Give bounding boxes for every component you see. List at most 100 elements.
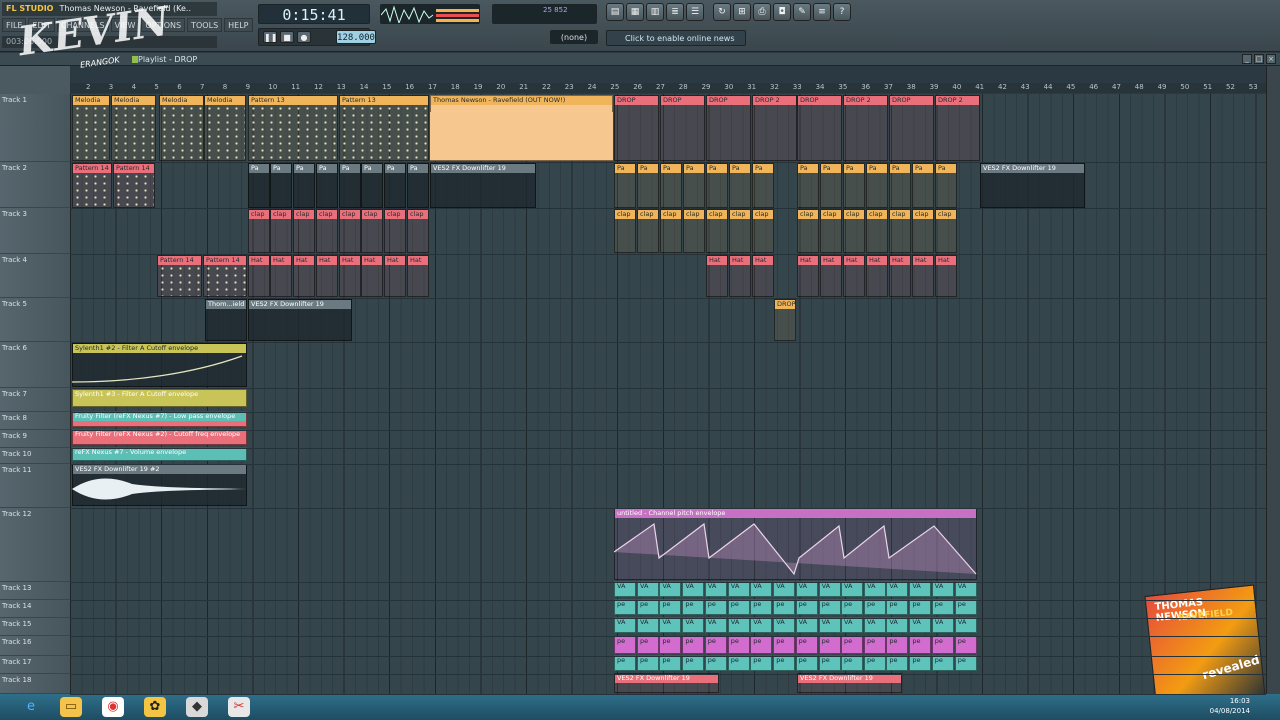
clip-t7-env[interactable]: Sylenth1 #3 - Filter A Cutoff envelope [72,389,247,407]
clip-t1-drop2[interactable]: DROP 2 [843,95,888,161]
clip-t3-clap[interactable]: clap [248,209,270,253]
clip-t14-pe[interactable]: pe [864,636,886,654]
clip-t3-clap[interactable]: clap [614,209,636,253]
clip-t14-pe[interactable]: pe [682,636,705,654]
clip-t14-pe[interactable]: pe [818,599,841,615]
clip-t13-va[interactable]: VA [637,581,659,597]
clip-t10-env[interactable]: reFX Nexus #7 - Volume envelope [72,447,247,461]
clip-t14-pe[interactable]: pe [659,655,682,671]
clip-t14-pe[interactable]: pe [909,636,932,654]
clip-t14-pe[interactable]: pe [659,599,682,615]
clip-t13-va[interactable]: VA [773,617,796,633]
clip-t14-pe[interactable]: pe [750,599,773,615]
clip-t1-drop[interactable]: DROP [660,95,705,161]
clip-t5-downlifter[interactable]: VES2 FX Downlifter 19 [248,299,352,341]
tempo-display[interactable]: 128.000 [336,30,376,44]
clip-t13-va[interactable]: VA [727,617,750,633]
timeline-ruler[interactable]: 2 3 4 5 6 7 8 9 10 11 12 13 14 15 16 17 18 19 20 21 22 23 24 25… [70,83,1266,93]
clip-t2-pa[interactable]: Pa [866,163,888,208]
clip-t14-pe[interactable]: pe [637,636,659,654]
clip-t14-pe[interactable]: pe [704,636,727,654]
fl-studio-icon[interactable]: ✿ [144,697,166,717]
clip-t3-clap[interactable]: clap [660,209,682,253]
clip-t13-va[interactable]: VA [614,581,636,597]
track-name-7[interactable]: Track 7 [0,388,70,412]
list-icon[interactable]: ≡ [813,3,831,21]
clip-t14-pe[interactable]: pe [773,636,796,654]
clip-t3-clap[interactable]: clap [889,209,911,253]
clip-t14-pe[interactable]: pe [750,636,773,654]
clip-t14-pe[interactable]: pe [909,599,932,615]
clip-t14-pe[interactable]: pe [773,655,796,671]
playlist-icon[interactable]: ▤ [606,3,624,21]
clip-t13-va[interactable]: VA [931,581,954,597]
clip-t4-hat[interactable]: Hat [820,255,842,297]
clip-t14-pe[interactable]: pe [931,655,954,671]
clip-t2-pa[interactable]: Pa [614,163,636,208]
clip-t4-hat[interactable]: Hat [339,255,361,297]
clip-t14-pe[interactable]: pe [954,636,977,654]
maximize-icon[interactable]: □ [1254,54,1264,64]
track-name-9[interactable]: Track 9 [0,430,70,448]
clip-t4-pattern14[interactable]: Pattern 14 [203,255,247,297]
clip-t13-va[interactable]: VA [886,617,909,633]
clip-t2-pa[interactable]: Pa [889,163,911,208]
plugin-icon[interactable]: ⊞ [733,3,751,21]
clip-t1-drop[interactable]: DROP [614,95,659,161]
clip-t14-pe[interactable]: pe [637,655,659,671]
clip-t13-va[interactable]: VA [864,581,886,597]
help-icon[interactable]: ? [833,3,851,21]
clip-t3-clap[interactable]: clap [683,209,705,253]
clip-t2-pa[interactable]: Pa [637,163,659,208]
track-name-10[interactable]: Track 10 [0,448,70,464]
clip-t4-hat[interactable]: Hat [935,255,957,297]
refresh-icon[interactable]: ↻ [713,3,731,21]
print-icon[interactable]: ⎙ [753,3,771,21]
clip-t13-va[interactable]: VA [931,617,954,633]
clip-t2-pa[interactable]: Pa [935,163,957,208]
clip-t4-hat[interactable]: Hat [384,255,406,297]
clip-t14-pe[interactable]: pe [864,655,886,671]
menu-help[interactable]: HELP [224,18,253,32]
clip-t4-hat[interactable]: Hat [752,255,774,297]
track-name-16[interactable]: Track 16 [0,636,70,656]
tools-icon[interactable]: ✎ [793,3,811,21]
clip-t5-thom[interactable]: Thom...ield [205,299,247,341]
vertical-scrollbar[interactable] [1266,66,1280,694]
clip-t8-env[interactable]: Fruity Filter (reFX Nexus #7) - Low pass… [72,411,247,427]
clip-t4-hat[interactable]: Hat [866,255,888,297]
clip-t2-pattern14[interactable]: Pattern 14 [113,163,155,208]
track-name-2[interactable]: Track 2 [0,162,70,208]
chrome-icon[interactable]: ◉ [102,697,124,717]
clip-t18-downlifter[interactable]: VES2 FX Downlifter 19 [614,673,719,693]
clip-t3-clap[interactable]: clap [843,209,865,253]
clip-t4-hat[interactable]: Hat [248,255,270,297]
clip-t13-va[interactable]: VA [750,581,773,597]
clip-t3-clap[interactable]: clap [637,209,659,253]
clip-t14-pe[interactable]: pe [727,655,750,671]
mixer-icon[interactable]: ≣ [666,3,684,21]
clip-t4-hat[interactable]: Hat [706,255,728,297]
clip-t1-melodia[interactable]: Melodia [111,95,156,161]
clip-t2-pa[interactable]: Pa [729,163,751,208]
clip-t3-clap[interactable]: clap [270,209,292,253]
clip-t2-pa[interactable]: Pa [820,163,842,208]
clip-t3-clap[interactable]: clap [339,209,361,253]
pattern-selector[interactable]: (none) [550,30,598,44]
clip-t13-va[interactable]: VA [773,581,796,597]
clip-t13-va[interactable]: VA [704,617,727,633]
clip-t3-clap[interactable]: clap [361,209,383,253]
clip-t9-env[interactable]: Fruity Filter (reFX Nexus #2) - Cutoff f… [72,429,247,445]
clip-t14-pe[interactable]: pe [659,636,682,654]
clip-t14-pe[interactable]: pe [909,655,932,671]
clip-t14-pe[interactable]: pe [931,636,954,654]
clip-t3-clap[interactable]: clap [706,209,728,253]
track-name-11[interactable]: Track 11 [0,464,70,508]
clip-t1-drop[interactable]: DROP [774,299,796,341]
clip-t13-va[interactable]: VA [818,581,841,597]
clip-t14-pe[interactable]: pe [704,599,727,615]
clip-t2-pa[interactable]: Pa [683,163,705,208]
save-icon[interactable]: ◘ [773,3,791,21]
clip-t1-drop[interactable]: DROP [797,95,842,161]
clip-t4-hat[interactable]: Hat [843,255,865,297]
